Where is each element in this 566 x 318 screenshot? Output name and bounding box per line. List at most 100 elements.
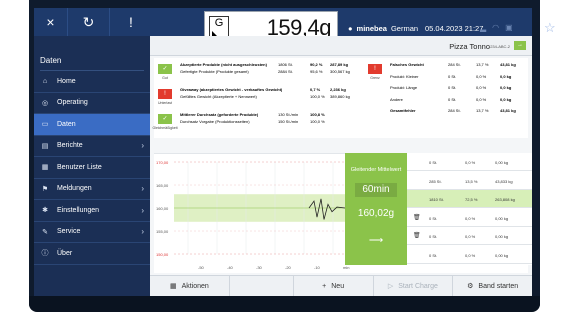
sidebar-item-7[interactable]: ✎ Service › xyxy=(34,222,150,243)
sidebar-item-2[interactable]: ▭ Daten xyxy=(34,114,150,136)
product-go-button[interactable]: → xyxy=(514,41,526,50)
kg-cell: 0,00 kg xyxy=(495,253,509,258)
kg-cell: 263,808 kg xyxy=(495,197,515,203)
user-language: German xyxy=(390,24,419,33)
sidebar-item-icon: ▤ xyxy=(41,142,49,150)
count-cell: 0 St. xyxy=(429,215,438,221)
callout-title: Gleitender Mittelwert xyxy=(350,167,402,173)
sidebar-item-label: Meldungen xyxy=(57,185,92,193)
info-icon[interactable]: ! xyxy=(110,8,152,36)
err-label: Produkt: Kleiner xyxy=(390,73,419,79)
stat-v1: 1806 St. xyxy=(278,62,293,67)
y-tick-label: 165,00 xyxy=(156,183,169,188)
sidebar: Daten ⌂ Home ◎ Operating ▭ Daten ▤ Berichte › ▦ Be… xyxy=(34,36,150,296)
count-cell: 0 St. xyxy=(429,234,438,240)
device-bottom xyxy=(29,296,540,312)
err-pct: 13,7 % xyxy=(476,108,489,113)
kg-cell: 0,00 kg xyxy=(495,234,509,240)
star-icon[interactable]: ☆ xyxy=(544,20,556,36)
y-tick-label: 150,00 xyxy=(156,252,169,257)
start-charge-label: Start Charge xyxy=(398,282,438,290)
trash-icon: 🗑 xyxy=(413,214,421,221)
status-flag-label: Gleichmäßigkeit xyxy=(152,126,178,130)
status-flag-label: Unterlast xyxy=(157,101,172,105)
status-icons: ▂ ◠ ▣ xyxy=(480,23,513,32)
table-row[interactable]: 285 St. 13,5 % 43,833 kg xyxy=(407,172,532,190)
sidebar-item-0[interactable]: ⌂ Home xyxy=(34,71,150,93)
pct-cell: 13,5 % xyxy=(465,178,478,184)
err-count: 0 St. xyxy=(448,85,457,90)
gross-indicator: G xyxy=(209,16,229,38)
sidebar-item-icon: ✱ xyxy=(42,207,48,215)
gear-icon: ⚙ xyxy=(467,283,474,290)
err-label: Produkt: Länge xyxy=(390,85,418,90)
callout-time: 60min xyxy=(355,183,397,197)
sidebar-item-6[interactable]: ✱ Einstellungen › xyxy=(34,200,150,222)
stat-title: Giveaway (akzeptiertes Gewicht - verkauf… xyxy=(180,87,283,92)
chevron-right-icon: › xyxy=(141,205,144,215)
err-count: 284 St. xyxy=(448,62,461,67)
stat-v1: 130 St./min xyxy=(278,112,299,117)
table-row[interactable]: 0 St. 0,0 % 0,00 kg xyxy=(407,153,532,171)
empty-slot xyxy=(230,276,294,296)
stat-p1: 90,2 % xyxy=(310,62,323,67)
err-pct: 13,7 % xyxy=(476,62,489,67)
actions-button[interactable]: ▦ Aktionen xyxy=(150,276,230,296)
sidebar-item-label: Service xyxy=(57,228,81,236)
table-row[interactable]: 🗑 0 St. 0,0 % 0,00 kg xyxy=(407,209,532,227)
x-tick-label: -50 xyxy=(198,265,205,270)
person-icon: ● xyxy=(348,24,353,33)
sidebar-item-4[interactable]: ▦ Benutzer Liste xyxy=(34,157,150,179)
new-button[interactable]: + Neu xyxy=(294,276,374,296)
stat-title: Mittlerer Durchsatz (geforderte Produkte… xyxy=(180,112,259,117)
stat-p2: 95,6 % xyxy=(310,69,323,74)
table-row[interactable]: 1810 St. 72,5 % 263,808 kg xyxy=(407,190,532,209)
sidebar-item-5[interactable]: ⚑ Meldungen › xyxy=(34,179,150,200)
wifi-icon: ◠ xyxy=(492,23,500,32)
reload-icon[interactable]: ↻ xyxy=(68,8,110,36)
sidebar-item-label: Einstellungen xyxy=(57,206,100,214)
err-kg: 43,81 kg xyxy=(500,108,516,113)
sidebar-item-icon: ⌂ xyxy=(42,77,48,85)
bottom-bar: ▦ Aktionen + Neu ▷ Start Charge ⚙ Band s… xyxy=(150,275,532,296)
err-pct: 0,0 % xyxy=(476,96,487,102)
sidebar-item-8[interactable]: ⓘ Über xyxy=(34,243,150,265)
start-charge-button[interactable]: ▷ Start Charge xyxy=(374,276,454,296)
stat-w2: 300,567 kg xyxy=(330,69,350,74)
network-icon: ▣ xyxy=(505,23,513,32)
moving-average-callout[interactable]: Gleitender Mittelwert 60min 160,02g ⟶ xyxy=(345,153,407,265)
start-band-button[interactable]: ⚙ Band starten xyxy=(453,276,532,296)
stat-w2: 389,860 kg xyxy=(330,94,350,99)
play-icon: ▷ xyxy=(387,283,394,290)
err-kg: 43,81 kg xyxy=(500,62,516,67)
stat-w1: 287,89 kg xyxy=(330,62,349,67)
plus-icon: + xyxy=(322,282,327,290)
sidebar-item-icon: ▦ xyxy=(41,164,49,172)
stat-p1: 100,8 % xyxy=(310,112,325,117)
sidebar-item-icon: ⚑ xyxy=(41,185,49,193)
top-bar: × ↻ ! G 159,4g ● minebea German 05.04.20… xyxy=(34,8,556,43)
chevron-right-icon: › xyxy=(141,227,144,237)
signal-icon: ▂ xyxy=(480,23,487,32)
table-row[interactable]: 🗑 0 St. 0,0 % 0,00 kg xyxy=(407,227,532,246)
trash-icon: 🗑 xyxy=(413,233,421,240)
sidebar-item-label: Home xyxy=(57,77,76,85)
err-kg: 0,0 kg xyxy=(500,73,512,79)
user-info[interactable]: ● minebea German xyxy=(348,24,418,33)
count-cell: 0 St. xyxy=(429,160,438,165)
sidebar-item-icon: ▭ xyxy=(41,121,49,129)
table-row[interactable]: 0 St. 0,0 % 0,00 kg xyxy=(407,246,532,264)
sidebar-item-1[interactable]: ◎ Operating xyxy=(34,93,150,114)
sidebar-item-label: Berichte xyxy=(57,142,83,150)
stat-v2: 150 St./min xyxy=(278,119,299,124)
sidebar-item-3[interactable]: ▤ Berichte › xyxy=(34,136,150,157)
count-cell: 0 St. xyxy=(429,253,438,258)
err-pct: 0,0 % xyxy=(476,85,487,90)
x-tick-label: -30 xyxy=(256,265,263,270)
close-icon[interactable]: × xyxy=(34,8,68,36)
stat-sub: Durchsatz Vorgabe (Produktionsseiten) xyxy=(180,119,250,124)
sidebar-item-label: Über xyxy=(57,249,73,257)
sidebar-item-label: Operating xyxy=(57,99,88,107)
product-code: 1234-ABC-2 xyxy=(487,44,510,49)
product-name: Pizza Tonno xyxy=(449,42,490,51)
